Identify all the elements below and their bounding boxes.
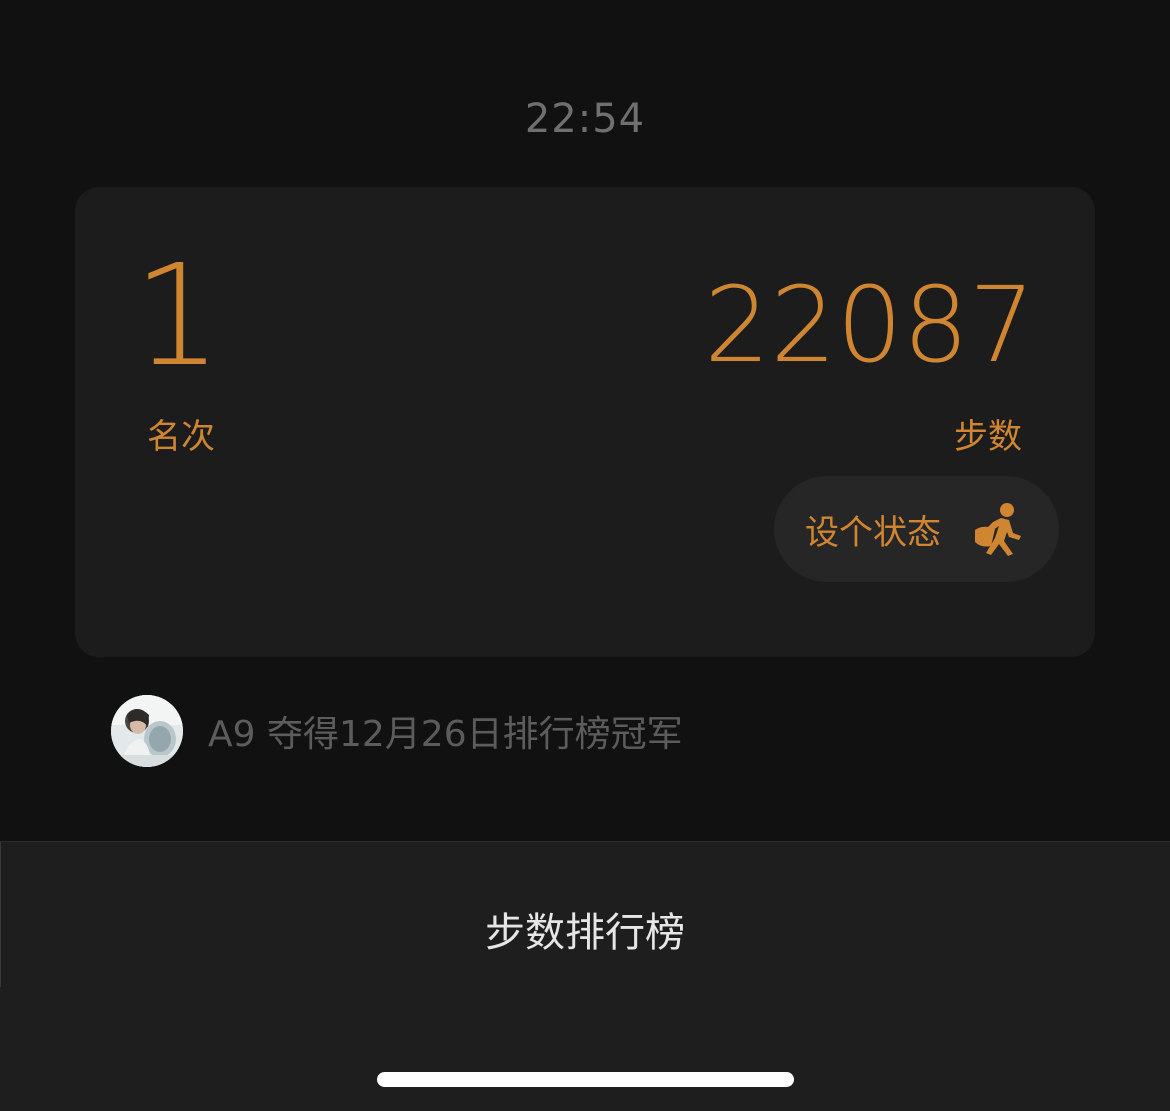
time-label: 22:54 xyxy=(524,96,646,142)
champion-message: A9 夺得12月26日排行榜冠军 xyxy=(208,714,683,755)
champion-avatar[interactable] xyxy=(111,695,183,767)
bottom-panel: 步数排行榜 xyxy=(0,841,1170,1111)
steps-label: 步数 xyxy=(954,417,1022,457)
champion-row[interactable]: A9 夺得12月26日排行榜冠军 xyxy=(111,695,683,767)
home-indicator[interactable] xyxy=(377,1072,794,1087)
step-leaderboard-button[interactable]: 步数排行榜 xyxy=(0,900,1170,958)
set-status-label: 设个状态 xyxy=(805,512,941,553)
steps-value: 22087 xyxy=(704,264,1035,386)
rank-label: 名次 xyxy=(147,417,215,457)
walking-person-icon xyxy=(973,502,1025,556)
step-summary-card: 1 名次 22087 步数 设个状态 xyxy=(75,187,1095,657)
rank-value: 1 xyxy=(133,235,223,398)
set-status-button[interactable]: 设个状态 xyxy=(774,476,1059,582)
